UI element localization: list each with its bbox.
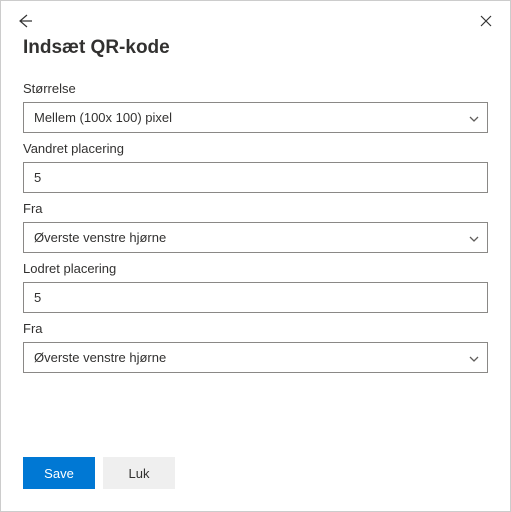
- page-title: Indsæt QR-kode: [1, 31, 510, 73]
- vpos-label: Lodret placering: [23, 261, 488, 276]
- vfrom-label: Fra: [23, 321, 488, 336]
- hpos-input[interactable]: [23, 162, 488, 193]
- hfrom-label: Fra: [23, 201, 488, 216]
- hfrom-select[interactable]: Øverste venstre hjørne: [23, 222, 488, 253]
- save-button[interactable]: Save: [23, 457, 95, 489]
- back-icon[interactable]: [15, 11, 35, 31]
- size-select[interactable]: Mellem (100x 100) pixel: [23, 102, 488, 133]
- vfrom-select[interactable]: Øverste venstre hjørne: [23, 342, 488, 373]
- close-icon[interactable]: [476, 11, 496, 31]
- close-button[interactable]: Luk: [103, 457, 175, 489]
- hpos-label: Vandret placering: [23, 141, 488, 156]
- size-label: Størrelse: [23, 81, 488, 96]
- vpos-input[interactable]: [23, 282, 488, 313]
